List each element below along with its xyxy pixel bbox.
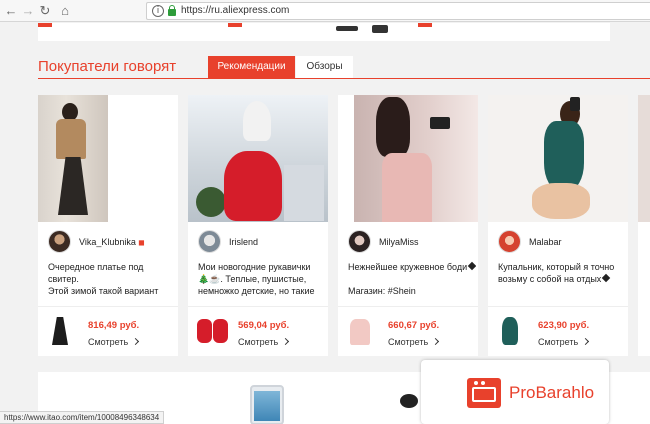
review-text: Очередное платье под свитер. Этой зимой … [48, 262, 159, 296]
divider [338, 306, 478, 307]
product-thumbnail[interactable] [46, 315, 74, 347]
section-title: Покупатели говорят [38, 58, 177, 75]
tab-reviews[interactable]: Обзоры [296, 56, 353, 78]
divider [488, 306, 628, 307]
info-icon[interactable]: i [152, 5, 164, 17]
product-price: 623,90 руб. [538, 320, 590, 331]
previous-section-strip [38, 23, 610, 41]
product-image[interactable] [400, 394, 418, 408]
review-text: Нежнейшее кружевное боди Магазин: #Shein [348, 261, 476, 297]
section-divider [38, 78, 650, 79]
heart-icon [467, 261, 476, 271]
heart-icon [602, 273, 611, 283]
review-card[interactable]: MilyaMiss Нежнейшее кружевное боди Магаз… [338, 95, 478, 356]
avatar[interactable] [498, 230, 521, 253]
review-text: Мои новогодние рукавички 🎄☕. Теплые, пуш… [198, 262, 315, 296]
accent-bar [418, 23, 432, 27]
microwave-icon [467, 378, 501, 408]
address-bar[interactable]: i https://ru.aliexpress.com [146, 2, 650, 20]
status-bar-url: https://www.itao.com/item/10008496348634 [0, 411, 165, 424]
browser-toolbar: ← → ↻ ⌂ i https://ru.aliexpress.com [0, 0, 650, 22]
watermark-text: ProBarahlo [509, 383, 595, 402]
avatar[interactable] [48, 230, 71, 253]
reload-icon[interactable]: ↻ [36, 2, 54, 20]
review-photo[interactable] [638, 95, 650, 222]
view-link[interactable]: Смотреть [238, 337, 290, 347]
review-photo[interactable] [488, 95, 628, 222]
chevron-right-icon [132, 337, 140, 346]
review-photo[interactable] [38, 95, 178, 222]
lock-icon [168, 5, 176, 16]
divider [188, 306, 328, 307]
username[interactable]: Malabar [529, 237, 562, 247]
tab-recommendations[interactable]: Рекомендации [208, 56, 295, 78]
avatar[interactable] [198, 230, 221, 253]
view-link[interactable]: Смотреть [388, 337, 440, 347]
review-card[interactable]: Malabar Купальник, который я точно возьм… [488, 95, 628, 356]
accent-bar [228, 23, 242, 27]
product-thumbnail[interactable] [196, 315, 230, 347]
arrow-left-icon[interactable]: ← [2, 2, 20, 20]
product-thumbnail[interactable] [496, 315, 524, 347]
product-thumbnail[interactable] [346, 315, 374, 347]
avatar[interactable] [348, 230, 371, 253]
chevron-right-icon [582, 337, 590, 346]
view-link[interactable]: Смотреть [88, 337, 140, 347]
product-image[interactable] [250, 385, 284, 424]
review-card[interactable]: Irislend Мои новогодние рукавички 🎄☕. Те… [188, 95, 328, 356]
review-card[interactable]: Vika_Klubnika ◼ Очередное платье под сви… [38, 95, 178, 356]
review-photo[interactable] [338, 95, 478, 222]
accent-bar [38, 23, 52, 27]
home-icon[interactable]: ⌂ [56, 2, 74, 20]
product-image[interactable] [336, 26, 358, 31]
product-price: 569,04 руб. [238, 320, 290, 331]
username[interactable]: MilyaMiss [379, 237, 419, 247]
product-price: 816,49 руб. [88, 320, 140, 331]
review-text: Купальник, который я точно возьму с собо… [498, 262, 615, 284]
divider [38, 306, 178, 307]
review-card[interactable] [638, 95, 650, 356]
product-image[interactable] [372, 25, 388, 33]
username[interactable]: Vika_Klubnika ◼ [79, 237, 145, 247]
chevron-right-icon [432, 337, 440, 346]
view-link[interactable]: Смотреть [538, 337, 590, 347]
username[interactable]: Irislend [229, 237, 258, 247]
review-photo[interactable] [188, 95, 328, 222]
url-text: https://ru.aliexpress.com [181, 5, 290, 16]
product-price: 660,67 руб. [388, 320, 440, 331]
watermark: ProBarahlo [421, 360, 609, 424]
chevron-right-icon [282, 337, 290, 346]
arrow-right-icon[interactable]: → [19, 2, 37, 20]
